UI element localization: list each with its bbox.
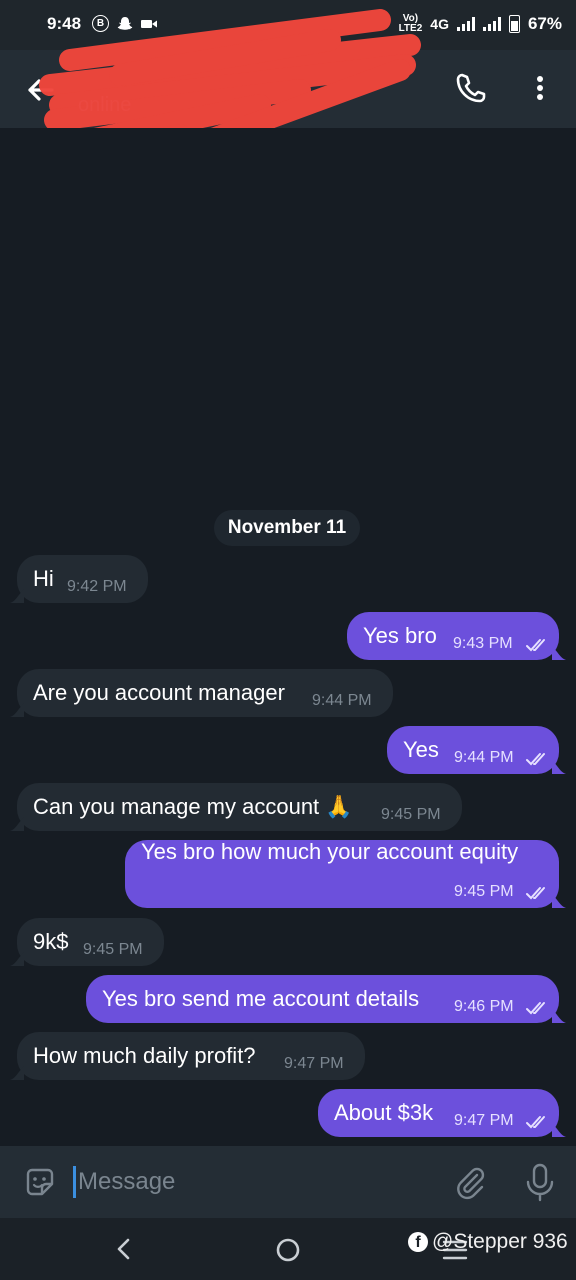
bubble-tail: [10, 1066, 24, 1080]
bubble-tail: [552, 894, 566, 908]
message-time: 9:47 PM: [284, 1055, 344, 1072]
message-time: 9:47 PM: [454, 1112, 514, 1129]
contact-status: online: [78, 94, 132, 116]
signal-icon-2: [482, 17, 501, 31]
system-navigation-bar: f @Stepper 936: [0, 1218, 576, 1280]
message-incoming[interactable]: Can you manage my account 🙏 9:45 PM: [10, 783, 462, 831]
message-text: Yes: [403, 737, 439, 762]
message-time: 9:45 PM: [83, 941, 143, 958]
message-time: 9:43 PM: [453, 635, 513, 652]
message-outgoing[interactable]: Yes bro 9:43 PM: [347, 612, 566, 660]
message-incoming[interactable]: 9k$ 9:45 PM: [10, 918, 164, 966]
message-time: 9:45 PM: [454, 883, 514, 900]
message-input[interactable]: Message: [78, 1165, 438, 1199]
message-text: Yes bro how much your account equity: [141, 839, 519, 864]
double-check-icon: [526, 753, 545, 766]
paperclip-icon[interactable]: [452, 1164, 488, 1200]
message-text: How much daily profit?: [33, 1043, 256, 1068]
volte-line2: LTE2: [398, 23, 423, 34]
sticker-icon[interactable]: [22, 1164, 58, 1200]
nav-back-icon[interactable]: [110, 1234, 138, 1264]
more-vertical-icon[interactable]: [525, 70, 555, 106]
message-time: 9:44 PM: [312, 692, 372, 709]
message-outgoing[interactable]: Yes bro how much your account equity 9:4…: [125, 839, 566, 908]
battery-icon: [508, 15, 520, 33]
bubble-tail: [10, 817, 24, 831]
message-time: 9:42 PM: [67, 578, 127, 595]
message-time: 9:45 PM: [381, 806, 441, 823]
bubble-tail: [10, 589, 24, 603]
message-time: 9:44 PM: [454, 749, 514, 766]
notification-icons: B: [92, 15, 157, 32]
double-check-icon: [526, 1116, 545, 1129]
chat-header: online: [0, 50, 576, 128]
volte-indicator: Vo) LTE2: [399, 14, 423, 34]
message-composer: Message: [0, 1146, 576, 1218]
signal-icon-1: [456, 17, 475, 31]
nav-home-icon[interactable]: [274, 1234, 302, 1262]
message-incoming[interactable]: Hi 9:42 PM: [10, 555, 148, 603]
b-notification-icon: B: [92, 15, 109, 32]
back-arrow-icon[interactable]: [22, 72, 58, 108]
bubble-tail: [552, 760, 566, 774]
message-text: Can you manage my account 🙏: [33, 794, 353, 819]
system-icons: Vo) LTE2 4G 67%: [399, 14, 562, 34]
message-incoming[interactable]: Are you account manager 9:44 PM: [10, 669, 393, 717]
bubble-tail: [552, 1009, 566, 1023]
message-outgoing[interactable]: About $3k 9:47 PM: [318, 1089, 566, 1137]
snapchat-icon: [117, 16, 133, 30]
battery-percent: 67%: [527, 14, 562, 33]
message-text: About $3k: [334, 1100, 434, 1125]
facebook-icon: f: [408, 1232, 428, 1252]
bubble-tail: [10, 703, 24, 717]
watermark-text: @Stepper 936: [432, 1230, 568, 1253]
message-text: Are you account manager: [33, 680, 285, 705]
message-outgoing[interactable]: Yes bro send me account details 9:46 PM: [86, 975, 566, 1023]
status-time: 9:48: [47, 14, 82, 33]
microphone-icon[interactable]: [522, 1162, 558, 1202]
message-text: Yes bro: [363, 623, 437, 648]
text-cursor: [73, 1166, 76, 1198]
double-check-icon: [526, 639, 545, 652]
date-separator: November 11: [214, 510, 360, 546]
bubble-tail: [10, 952, 24, 966]
message-incoming[interactable]: How much daily profit? 9:47 PM: [10, 1032, 365, 1080]
double-check-icon: [526, 887, 545, 900]
message-outgoing[interactable]: Yes 9:44 PM: [387, 726, 566, 774]
bubble-tail: [552, 1123, 566, 1137]
bubble-tail: [552, 646, 566, 660]
video-icon: [141, 19, 157, 28]
status-bar: 9:48 B Vo) LTE2 4G 67%: [0, 0, 576, 50]
phone-icon[interactable]: [453, 70, 489, 106]
message-text: Hi: [33, 566, 54, 591]
message-list[interactable]: November 11 Hi 9:42 PM Yes bro 9:43 PM A…: [0, 128, 576, 1146]
watermark: f @Stepper 936: [408, 1230, 568, 1254]
message-text: Yes bro send me account details: [102, 986, 420, 1011]
network-type: 4G: [430, 16, 449, 32]
message-time: 9:46 PM: [454, 998, 514, 1015]
double-check-icon: [526, 1002, 545, 1015]
message-text: 9k$: [33, 929, 69, 954]
